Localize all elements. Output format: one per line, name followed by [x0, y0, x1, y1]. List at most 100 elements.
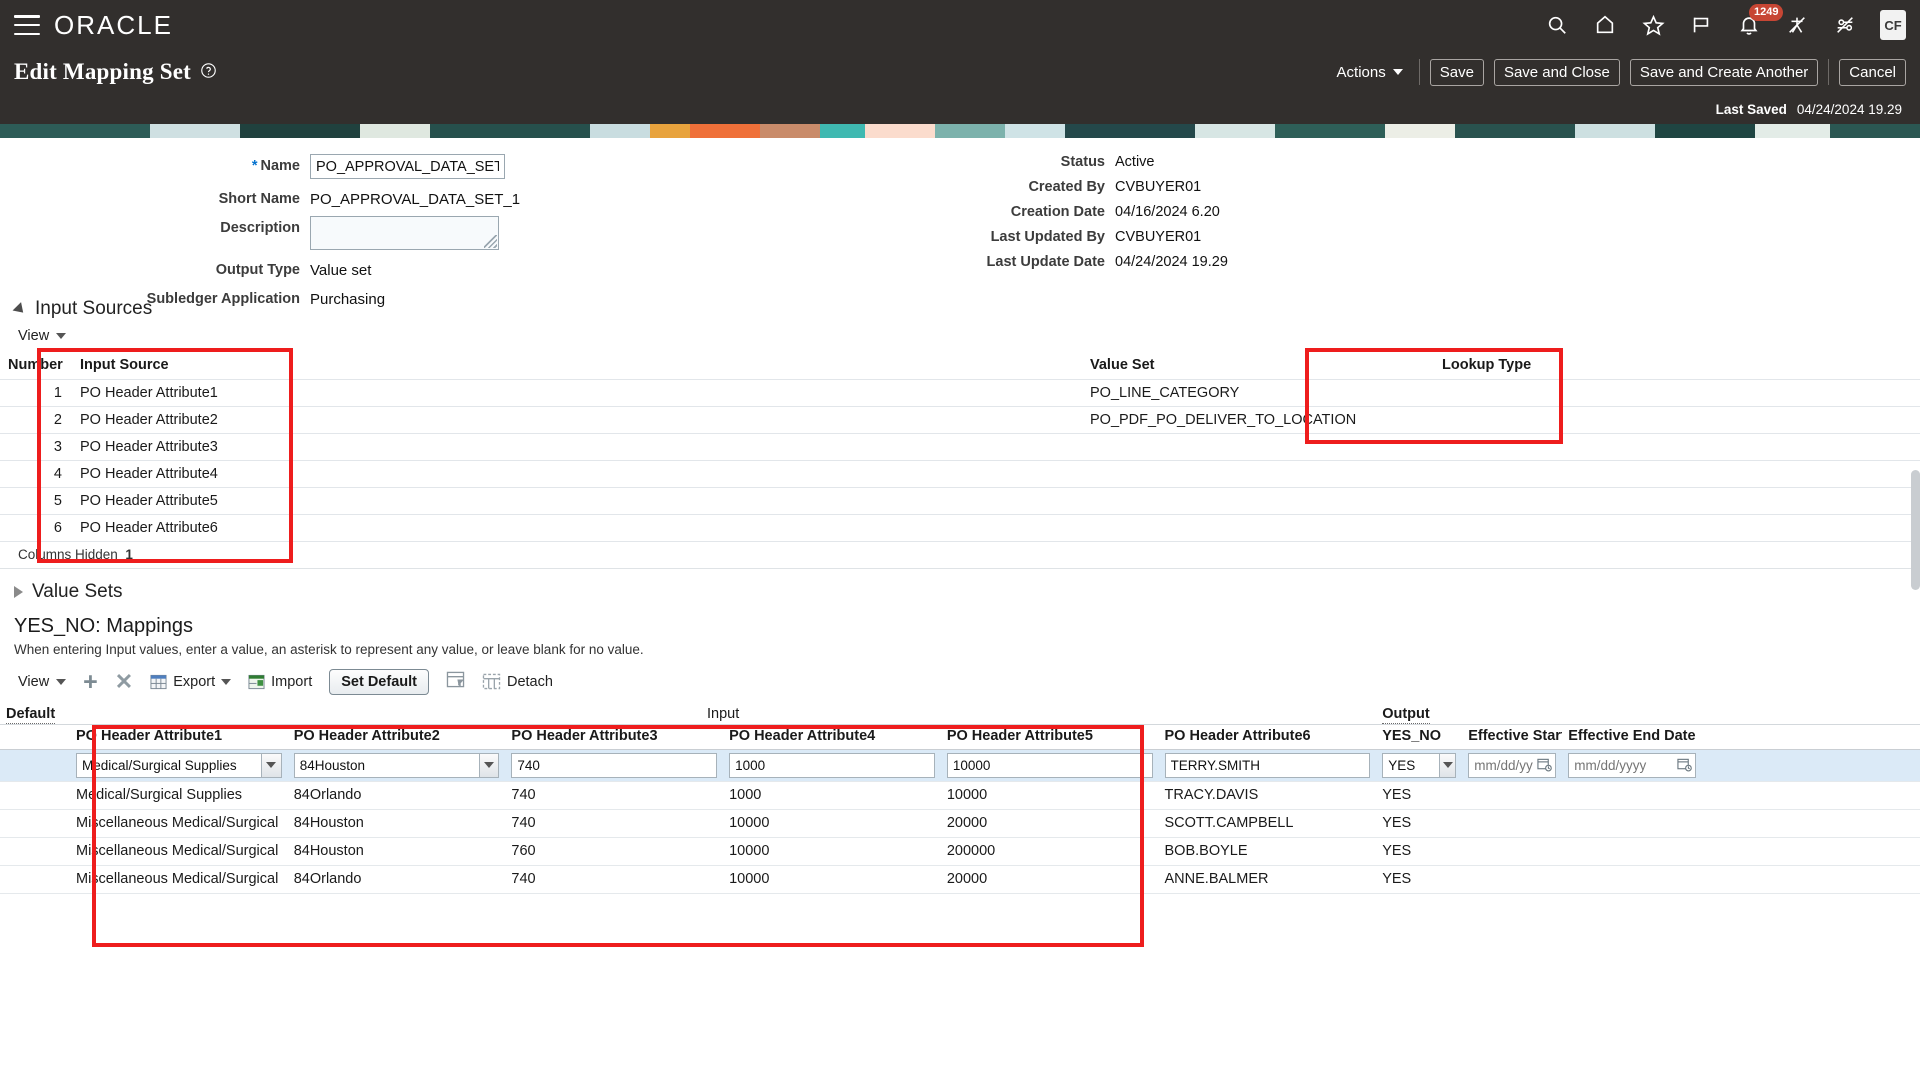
attribute2-lov[interactable] — [293, 752, 500, 778]
cell-spacer — [242, 460, 1082, 488]
column-header-po-header-attribute1[interactable]: PO Header Attribute1 — [70, 724, 288, 750]
cell-default[interactable] — [0, 809, 70, 838]
effective-end-date-field[interactable] — [1568, 752, 1697, 778]
cell-default[interactable] — [0, 865, 70, 894]
cell-number: 6 — [0, 514, 72, 542]
table-row-editing[interactable] — [0, 749, 1920, 782]
column-header-value-set[interactable]: Value Set — [1082, 352, 1434, 380]
table-row[interactable]: 4 PO Header Attribute4 — [0, 460, 1920, 488]
menu-icon[interactable] — [14, 15, 40, 35]
input-sources-view-menu[interactable]: View — [18, 328, 67, 344]
table-row[interactable]: 2 PO Header Attribute2 PO_PDF_PO_DELIVER… — [0, 406, 1920, 434]
page-title-bar: Edit Mapping Set Actions Save Save and C… — [0, 50, 1920, 94]
name-input[interactable] — [310, 154, 505, 179]
set-default-button[interactable]: Set Default — [329, 668, 429, 695]
import-icon — [248, 674, 265, 689]
field-subledger-application-label: Subledger Application — [146, 291, 300, 307]
effective-start-date-field[interactable] — [1468, 752, 1557, 778]
column-header-lookup-type[interactable]: Lookup Type — [1434, 352, 1920, 380]
cell-attribute6[interactable] — [1158, 749, 1377, 782]
description-textarea[interactable] — [310, 216, 499, 250]
calendar-icon[interactable] — [1537, 757, 1553, 776]
help-icon[interactable] — [200, 62, 217, 83]
attribute1-lov[interactable] — [76, 752, 282, 778]
attribute1-input[interactable] — [76, 752, 261, 778]
column-header-po-header-attribute4[interactable]: PO Header Attribute4 — [723, 724, 941, 750]
attribute1-dropdown-icon[interactable] — [260, 752, 282, 778]
accessibility-icon[interactable] — [1784, 12, 1810, 38]
home-icon[interactable] — [1592, 12, 1618, 38]
save-and-close-button[interactable]: Save and Close — [1493, 58, 1620, 86]
expand-triangle-icon[interactable] — [14, 585, 23, 598]
cell-effective-start-date[interactable] — [1462, 749, 1563, 782]
cell-attribute4[interactable] — [723, 749, 941, 782]
mappings-table: Default Input Output PO Header Attribute… — [0, 702, 1920, 894]
actions-menu[interactable]: Actions — [1337, 64, 1403, 81]
attribute3-input[interactable] — [511, 752, 718, 778]
cell-attribute6: SCOTT.CAMPBELL — [1158, 809, 1377, 838]
cell-effective-end-date[interactable] — [1562, 749, 1703, 782]
table-row[interactable]: Medical/Surgical Supplies 84Orlando 740 … — [0, 781, 1920, 810]
cell-default[interactable] — [0, 749, 70, 782]
table-row[interactable]: Miscellaneous Medical/Surgical 84Houston… — [0, 809, 1920, 838]
avatar[interactable]: CF — [1880, 10, 1906, 40]
mappings-group-header-row: Default Input Output — [0, 702, 1920, 725]
cell-attribute5[interactable] — [940, 749, 1159, 782]
table-row[interactable]: 1 PO Header Attribute1 PO_LINE_CATEGORY — [0, 379, 1920, 407]
cell-default[interactable] — [0, 781, 70, 810]
table-row[interactable]: 5 PO Header Attribute5 — [0, 487, 1920, 515]
chevron-down-icon — [56, 333, 67, 339]
attribute4-input[interactable] — [729, 752, 935, 778]
flag-icon[interactable] — [1688, 12, 1714, 38]
page-scrollbar[interactable] — [1911, 470, 1920, 590]
table-row[interactable]: 6 PO Header Attribute6 — [0, 514, 1920, 542]
creation-date-value: 04/16/2024 6.20 — [1115, 204, 1220, 220]
yes-no-select[interactable] — [1382, 752, 1457, 778]
column-header-yes-no[interactable]: YES_NO — [1376, 724, 1463, 750]
value-sets-section-header[interactable]: Value Sets — [0, 569, 1920, 605]
cell-attribute1[interactable] — [70, 749, 288, 782]
settings-icon[interactable] — [1832, 12, 1858, 38]
cancel-button[interactable]: Cancel — [1839, 58, 1906, 86]
import-button[interactable]: Import — [248, 674, 312, 690]
calendar-icon[interactable] — [1677, 757, 1693, 776]
table-row[interactable]: Miscellaneous Medical/Surgical 84Houston… — [0, 837, 1920, 866]
column-header-number[interactable]: Number — [0, 352, 72, 380]
search-icon[interactable] — [1544, 12, 1570, 38]
cell-attribute3[interactable] — [505, 749, 724, 782]
column-header-po-header-attribute5[interactable]: PO Header Attribute5 — [940, 724, 1159, 750]
add-row-icon[interactable]: + — [83, 669, 98, 694]
attribute6-input[interactable] — [1164, 752, 1371, 778]
delete-row-icon[interactable]: ✕ — [115, 670, 133, 692]
notifications-icon[interactable]: 1249 — [1736, 4, 1784, 38]
attribute2-input[interactable] — [293, 752, 479, 778]
columns-hidden-label: Columns Hidden — [18, 546, 118, 562]
column-header-po-header-attribute6[interactable]: PO Header Attribute6 — [1158, 724, 1377, 750]
column-header-effective-end-date[interactable]: Effective End Date — [1562, 724, 1703, 750]
save-and-create-another-button[interactable]: Save and Create Another — [1629, 58, 1819, 86]
table-row[interactable]: Miscellaneous Medical/Surgical 84Orlando… — [0, 865, 1920, 894]
favorites-icon[interactable] — [1640, 12, 1666, 38]
column-header-input-source[interactable]: Input Source — [72, 352, 242, 380]
field-name: * Name — [0, 154, 760, 179]
actions-menu-label: Actions — [1336, 63, 1386, 81]
resize-grip-icon[interactable] — [484, 235, 497, 248]
input-sources-table-wrapper: Number Input Source Value Set Lookup Typ… — [0, 348, 1920, 563]
export-button[interactable]: Export — [150, 674, 232, 690]
detach-button[interactable]: Detach — [482, 673, 553, 690]
save-button[interactable]: Save — [1429, 58, 1484, 86]
cell-effective-end-date — [1562, 865, 1703, 894]
column-header-po-header-attribute2[interactable]: PO Header Attribute2 — [287, 724, 506, 750]
yes-no-dropdown-icon[interactable] — [1438, 752, 1457, 778]
column-header-effective-start-date[interactable]: Effective Start Date — [1462, 724, 1563, 750]
cell-yes-no[interactable] — [1376, 749, 1463, 782]
cell-attribute2[interactable] — [287, 749, 506, 782]
table-row[interactable]: 3 PO Header Attribute3 — [0, 433, 1920, 461]
mappings-view-menu[interactable]: View — [18, 674, 67, 690]
attribute5-input[interactable] — [946, 752, 1153, 778]
attribute2-dropdown-icon[interactable] — [478, 752, 500, 778]
freeze-icon[interactable] — [446, 671, 465, 692]
cell-default[interactable] — [0, 837, 70, 866]
column-header-po-header-attribute3[interactable]: PO Header Attribute3 — [505, 724, 724, 750]
yes-no-input[interactable] — [1382, 752, 1439, 778]
